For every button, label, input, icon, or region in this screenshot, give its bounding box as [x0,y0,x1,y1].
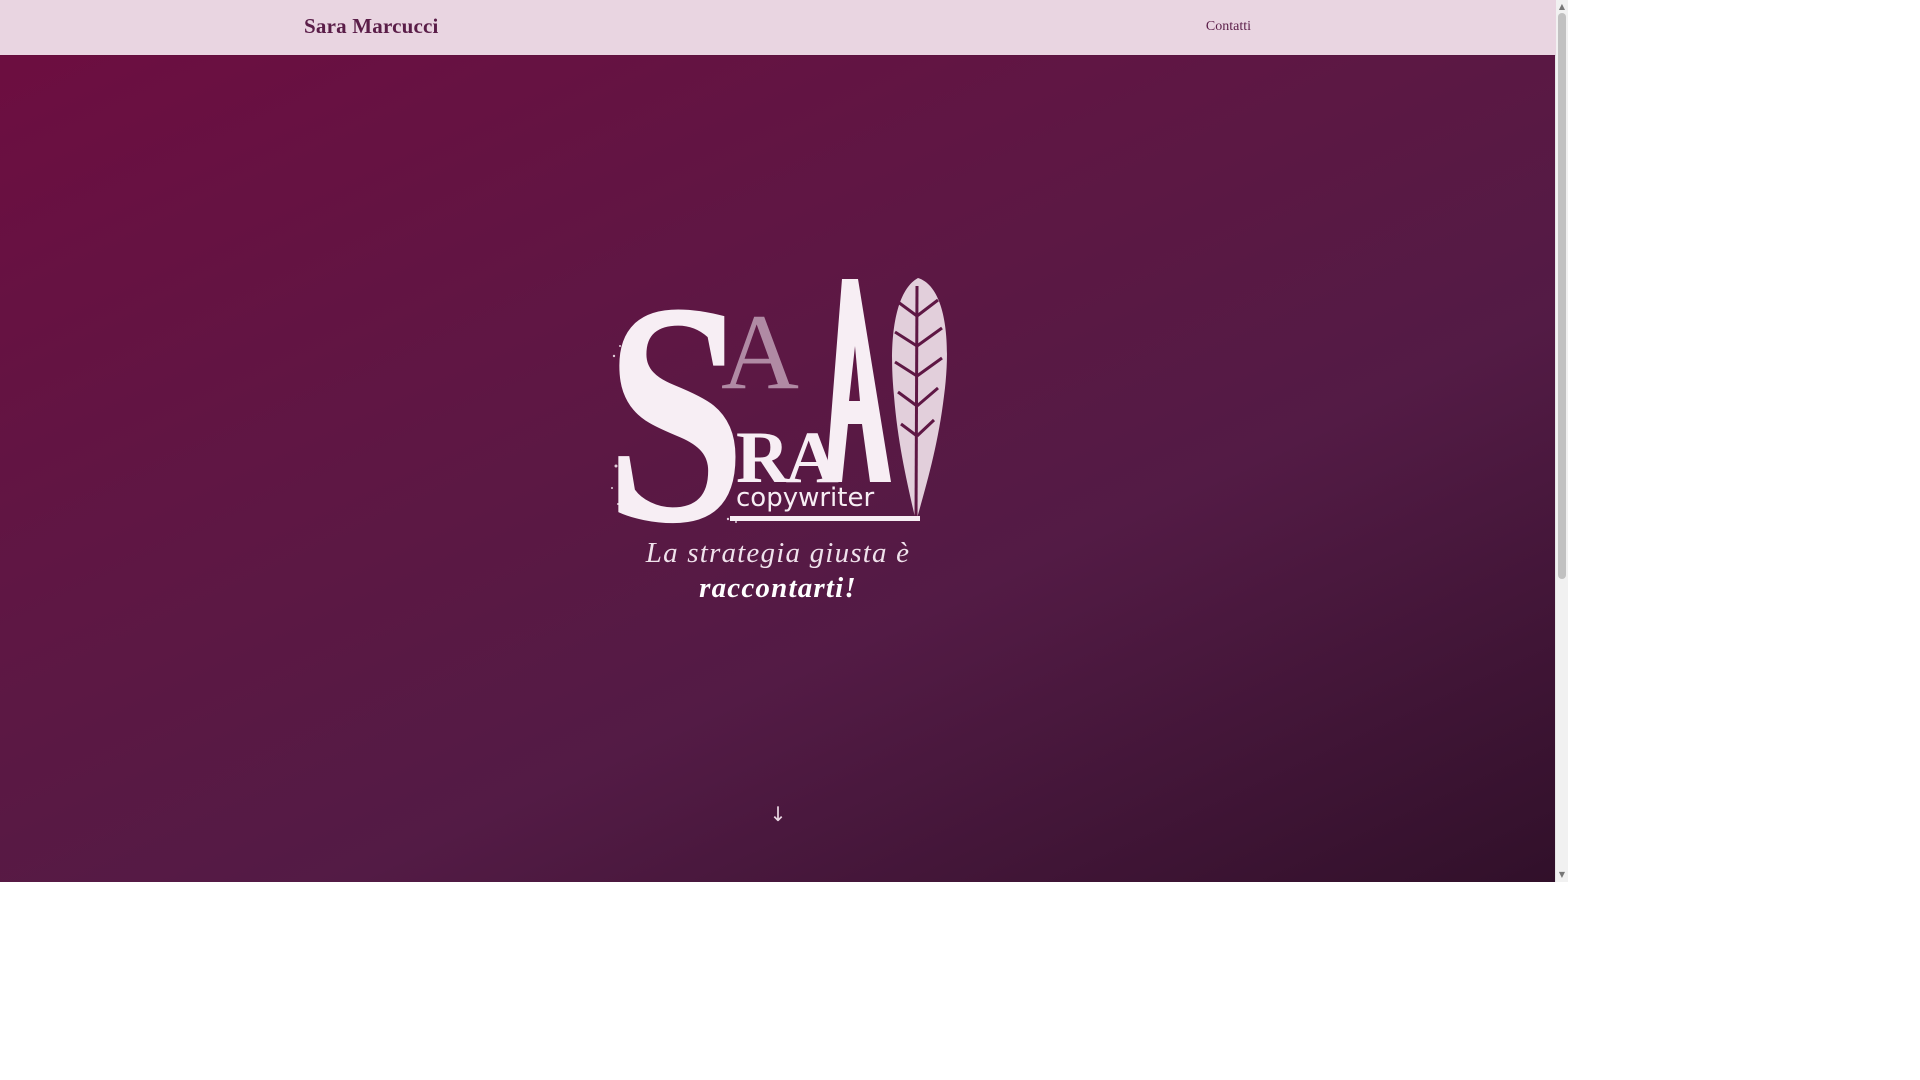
quill-icon [892,278,947,523]
nav-link-contatti[interactable]: Contatti [1206,19,1251,35]
tagline-line-1: La strategia giusta è [645,537,911,569]
scroll-down-arrow-icon[interactable]: ↓ [766,802,790,826]
sara-copywriter-logo: S A RA copywriter [608,276,947,526]
hero-section: S A RA copywriter La strategia giusta è … [0,0,1556,882]
hero-tagline: La strategia giusta è raccontarti! [578,536,978,606]
logo-letter-a-small: A [721,293,799,412]
logo-tall-a [826,279,891,482]
top-navbar: Sara Marcucci Contatti [0,0,1556,55]
scrollbar-thumb[interactable] [1558,13,1566,579]
page: S A RA copywriter La strategia giusta è … [0,0,1568,882]
brand-link[interactable]: Sara Marcucci [304,14,439,39]
tagline-line-2: raccontarti! [699,572,857,604]
scroll-down-button[interactable]: ▼ [1556,869,1568,881]
page-scrollbar[interactable]: ▲ ▼ [1555,0,1568,882]
scroll-up-button[interactable]: ▲ [1556,1,1568,13]
logo-copywriter-text: copywriter [736,483,874,513]
